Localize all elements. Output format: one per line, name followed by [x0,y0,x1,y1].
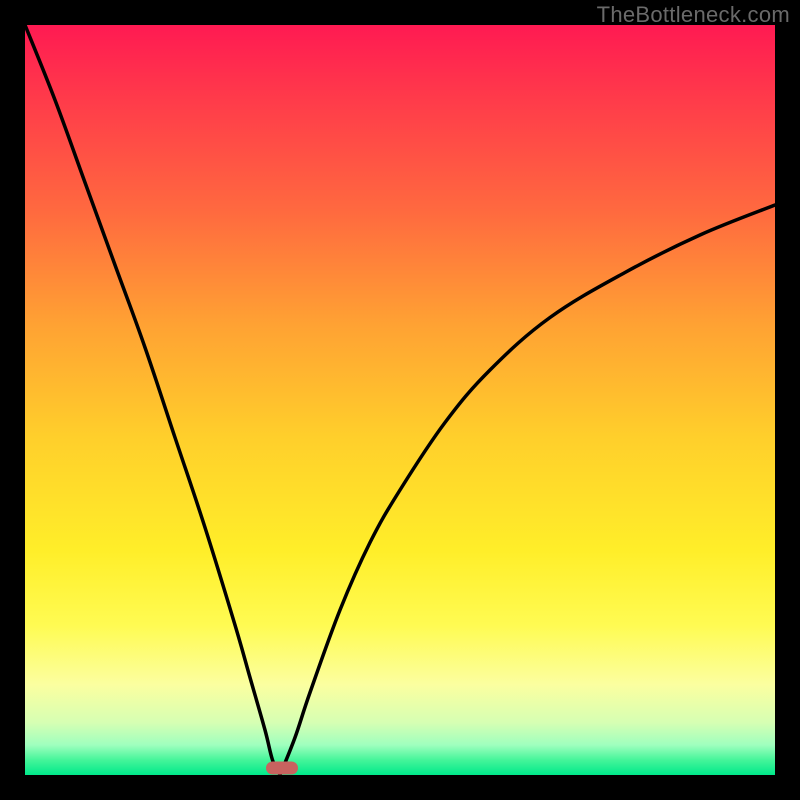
optimum-marker [266,761,298,774]
chart-frame: TheBottleneck.com [0,0,800,800]
watermark-text: TheBottleneck.com [597,2,790,28]
bottleneck-curve [25,25,775,775]
plot-area [25,25,775,775]
